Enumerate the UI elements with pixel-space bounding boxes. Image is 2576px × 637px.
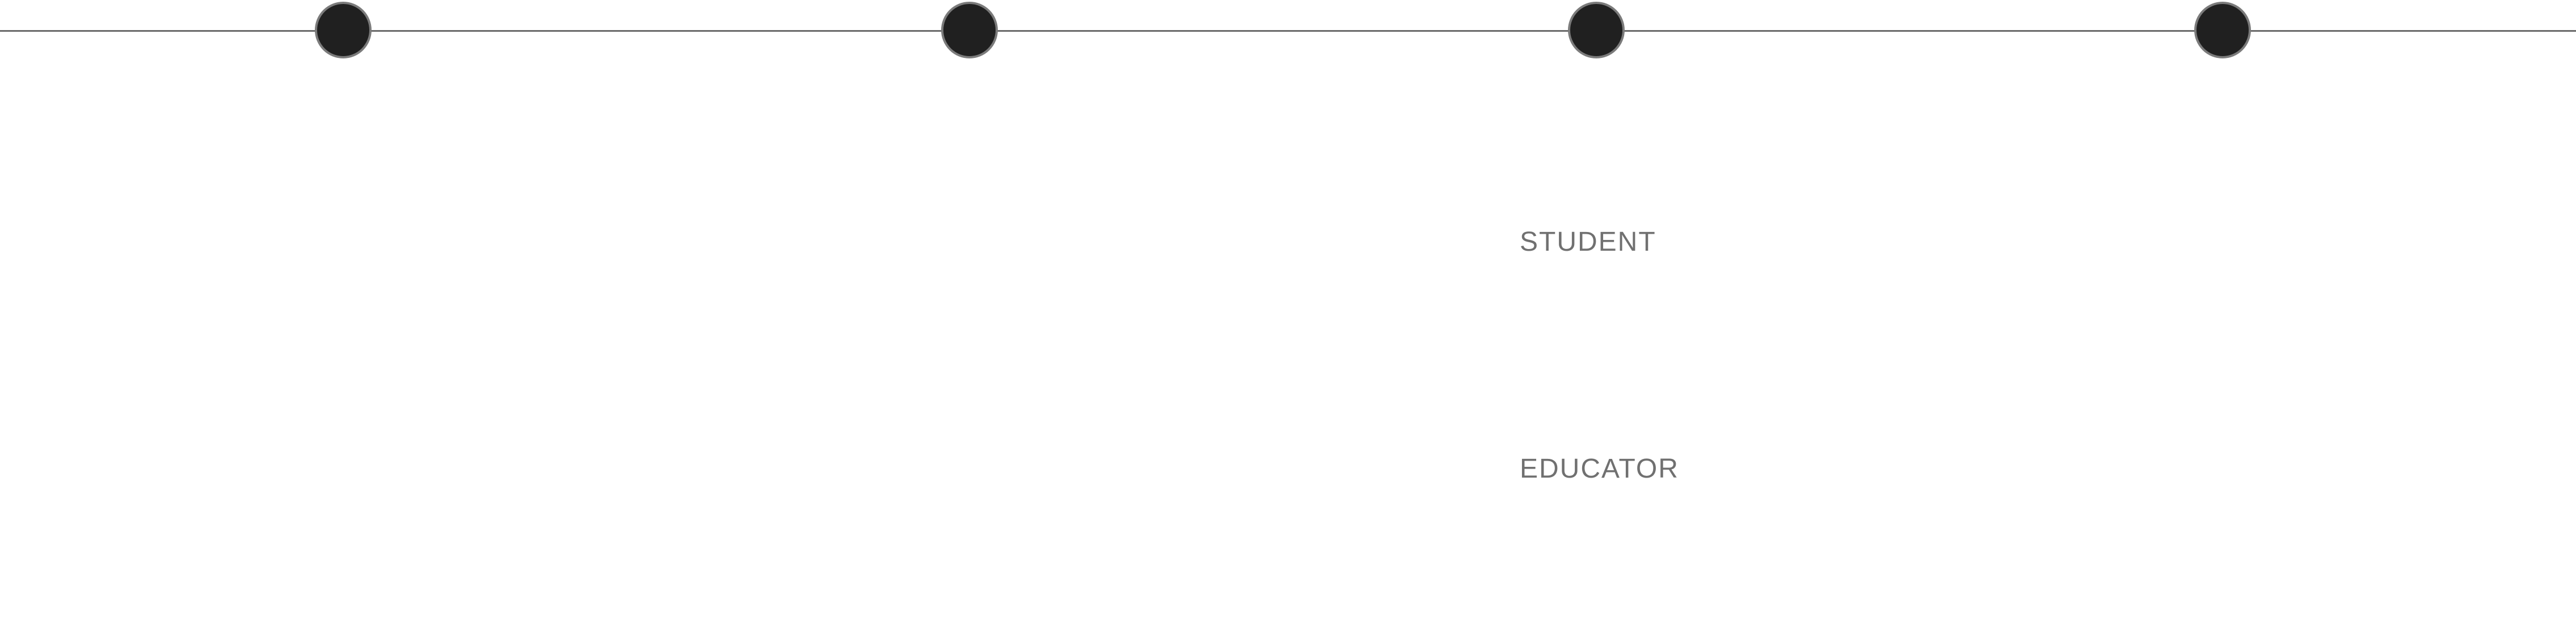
timeline-node-2[interactable] bbox=[941, 2, 998, 58]
timeline-node-1[interactable] bbox=[315, 2, 372, 58]
role-option-educator[interactable]: EDUCATOR bbox=[1520, 455, 1679, 483]
timeline-node-4[interactable] bbox=[2194, 2, 2251, 58]
timeline bbox=[0, 0, 2576, 68]
timeline-line bbox=[0, 30, 2576, 32]
timeline-node-3[interactable] bbox=[1568, 2, 1625, 58]
role-option-student[interactable]: STUDENT bbox=[1520, 229, 1656, 256]
